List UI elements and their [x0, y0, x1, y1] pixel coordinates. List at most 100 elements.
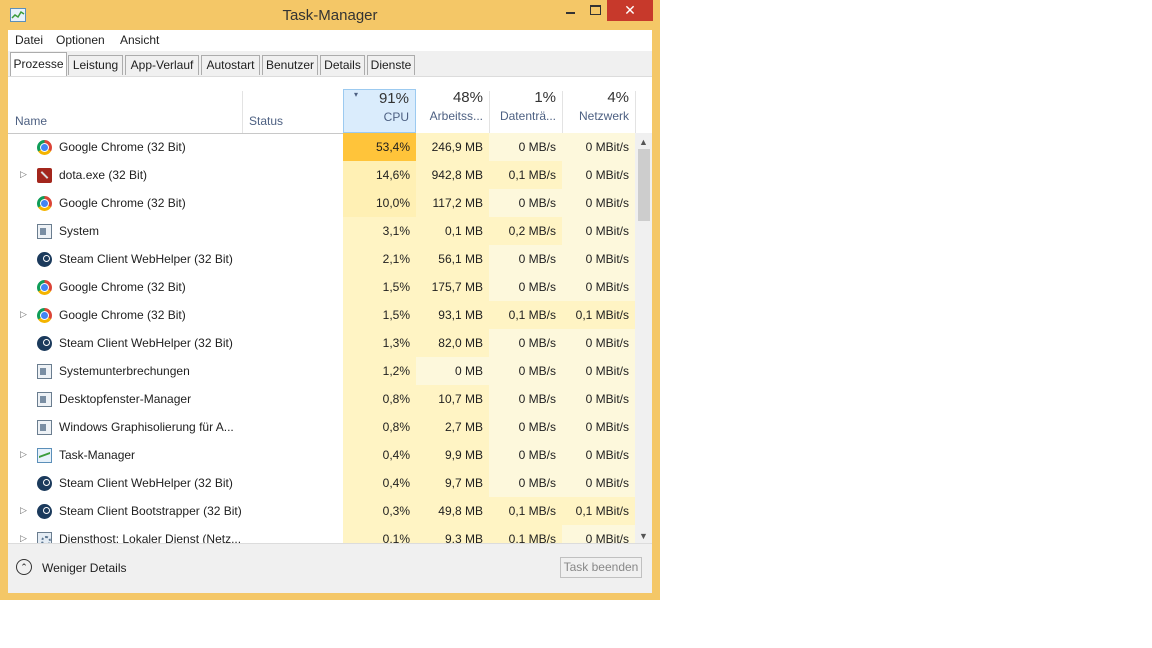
expand-arrow-icon[interactable]: ▷ — [20, 533, 27, 543]
process-name: Steam Client WebHelper (32 Bit) — [59, 476, 233, 490]
column-header-cpu[interactable]: ▾ 91% CPU — [343, 89, 416, 133]
network-value: 0 MBit/s — [562, 161, 635, 189]
column-header-network[interactable]: 4% Netzwerk — [562, 89, 635, 133]
tab-leistung[interactable]: Leistung — [68, 55, 123, 75]
tab-details[interactable]: Details — [320, 55, 365, 75]
tab-app-verlauf[interactable]: App-Verlauf — [125, 55, 199, 75]
column-header-name[interactable]: Name — [15, 114, 47, 128]
process-row[interactable]: Steam Client WebHelper (32 Bit) 2,1% 56,1 … — [8, 245, 635, 273]
process-name: System — [59, 224, 100, 238]
disk-value: 0 MB/s — [489, 357, 562, 385]
menu-datei[interactable]: Datei — [15, 33, 43, 47]
network-value: 0 MBit/s — [562, 273, 635, 301]
network-value: 0 MBit/s — [562, 469, 635, 497]
memory-value: 175,7 MB — [416, 273, 489, 301]
vertical-scrollbar[interactable]: ▲ ▼ — [635, 133, 652, 543]
client-area: Datei Optionen Ansicht Prozesse Leistung… — [8, 30, 652, 593]
expand-arrow-icon[interactable]: ▷ — [20, 169, 27, 180]
menu-optionen[interactable]: Optionen — [56, 33, 105, 47]
dota-icon — [37, 168, 52, 183]
tab-benutzer[interactable]: Benutzer — [262, 55, 318, 75]
process-row[interactable]: Windows Graphisolierung für A... 0,8% 2,7 … — [8, 413, 635, 441]
cpu-value: 14,6% — [343, 161, 416, 189]
column-divider[interactable] — [635, 91, 636, 133]
cpu-value: 1,3% — [343, 329, 416, 357]
memory-value: 49,8 MB — [416, 497, 489, 525]
process-row[interactable]: ▷ Diensthost: Lokaler Dienst (Netz... 0,1%… — [8, 525, 635, 543]
memory-value: 93,1 MB — [416, 301, 489, 329]
process-name: Google Chrome (32 Bit) — [59, 140, 186, 154]
column-divider[interactable] — [242, 91, 243, 133]
network-value: 0 MBit/s — [562, 217, 635, 245]
scroll-up-icon[interactable]: ▲ — [639, 137, 648, 147]
process-row[interactable]: Steam Client WebHelper (32 Bit) 0,4% 9,7 M… — [8, 469, 635, 497]
process-name: Systemunterbrechungen — [59, 364, 190, 378]
expand-arrow-icon[interactable]: ▷ — [20, 449, 27, 460]
memory-value: 117,2 MB — [416, 189, 489, 217]
disk-value: 0 MB/s — [489, 133, 562, 161]
tab-autostart[interactable]: Autostart — [201, 55, 260, 75]
memory-value: 246,9 MB — [416, 133, 489, 161]
task-manager-window: Task-Manager ✕ Datei Optionen Ansicht Pr… — [0, 0, 660, 600]
column-header-status[interactable]: Status — [249, 114, 283, 128]
process-row[interactable]: Google Chrome (32 Bit) 10,0% 117,2 MB 0 MB/… — [8, 189, 635, 217]
column-header-disk[interactable]: 1% Datenträ... — [489, 89, 562, 133]
process-row[interactable]: Desktopfenster-Manager 0,8% 10,7 MB 0 MB/s 0… — [8, 385, 635, 413]
process-row[interactable]: Google Chrome (32 Bit) 53,4% 246,9 MB 0 MB/… — [8, 133, 635, 161]
process-row[interactable]: ▷ Google Chrome (32 Bit) 1,5% 93,1 MB 0,1 MB… — [8, 301, 635, 329]
end-task-button[interactable]: Task beenden — [560, 557, 642, 578]
memory-value: 9,3 MB — [416, 525, 489, 543]
collapse-circle-icon[interactable]: ⌃ — [16, 559, 32, 575]
process-row[interactable]: ▷ Task-Manager 0,4% 9,9 MB 0 MB/s 0 MBit/s — [8, 441, 635, 469]
close-button[interactable]: ✕ — [607, 0, 653, 21]
memory-value: 0 MB — [416, 357, 489, 385]
expand-arrow-icon[interactable]: ▷ — [20, 505, 27, 516]
system-icon — [37, 364, 52, 379]
cpu-value: 1,5% — [343, 301, 416, 329]
tab-prozesse[interactable]: Prozesse — [10, 52, 67, 76]
scroll-down-icon[interactable]: ▼ — [639, 531, 648, 541]
cpu-value: 0,1% — [343, 525, 416, 543]
title-bar[interactable]: Task-Manager ✕ — [0, 0, 660, 30]
network-value: 0 MBit/s — [562, 189, 635, 217]
cpu-value: 1,5% — [343, 273, 416, 301]
memory-value: 0,1 MB — [416, 217, 489, 245]
disk-total: 1% — [534, 89, 556, 106]
process-row[interactable]: ▷ dota.exe (32 Bit) 14,6% 942,8 MB 0,1 MB/s 0… — [8, 161, 635, 189]
cpu-value: 3,1% — [343, 217, 416, 245]
disk-value: 0,2 MB/s — [489, 217, 562, 245]
memory-value: 9,9 MB — [416, 441, 489, 469]
process-name: dota.exe (32 Bit) — [59, 168, 148, 182]
menu-ansicht[interactable]: Ansicht — [120, 33, 159, 47]
disk-value: 0 MB/s — [489, 273, 562, 301]
process-row[interactable]: ▷ Steam Client Bootstrapper (32 Bit) 0,3% 4… — [8, 497, 635, 525]
process-row[interactable]: System 3,1% 0,1 MB 0,2 MB/s 0 MBit/s — [8, 217, 635, 245]
process-row[interactable]: Google Chrome (32 Bit) 1,5% 175,7 MB 0 MB/s… — [8, 273, 635, 301]
process-name: Steam Client WebHelper (32 Bit) — [59, 252, 233, 266]
process-row[interactable]: Systemunterbrechungen 1,2% 0 MB 0 MB/s 0 MBi… — [8, 357, 635, 385]
memory-label: Arbeitss... — [429, 109, 483, 123]
steam-icon — [37, 504, 52, 519]
steam-icon — [37, 252, 52, 267]
steam-icon — [37, 336, 52, 351]
scroll-thumb[interactable] — [638, 149, 650, 221]
cpu-value: 0,8% — [343, 413, 416, 441]
menu-bar: Datei Optionen Ansicht — [8, 30, 652, 51]
maximize-button[interactable] — [583, 0, 607, 21]
memory-value: 2,7 MB — [416, 413, 489, 441]
network-value: 0 MBit/s — [562, 413, 635, 441]
expand-arrow-icon[interactable]: ▷ — [20, 309, 27, 320]
minimize-button[interactable] — [558, 0, 582, 21]
network-value: 0 MBit/s — [562, 357, 635, 385]
cpu-value: 0,3% — [343, 497, 416, 525]
fewer-details-link[interactable]: Weniger Details — [42, 561, 126, 575]
process-row[interactable]: Steam Client WebHelper (32 Bit) 1,3% 82,0 … — [8, 329, 635, 357]
network-value: 0,1 MBit/s — [562, 301, 635, 329]
column-header-memory[interactable]: 48% Arbeitss... — [416, 89, 489, 133]
process-name: Google Chrome (32 Bit) — [59, 308, 186, 322]
maximize-icon — [590, 5, 601, 15]
tab-dienste[interactable]: Dienste — [367, 55, 415, 75]
memory-value: 942,8 MB — [416, 161, 489, 189]
process-name: Desktopfenster-Manager — [59, 392, 192, 406]
cpu-value: 1,2% — [343, 357, 416, 385]
